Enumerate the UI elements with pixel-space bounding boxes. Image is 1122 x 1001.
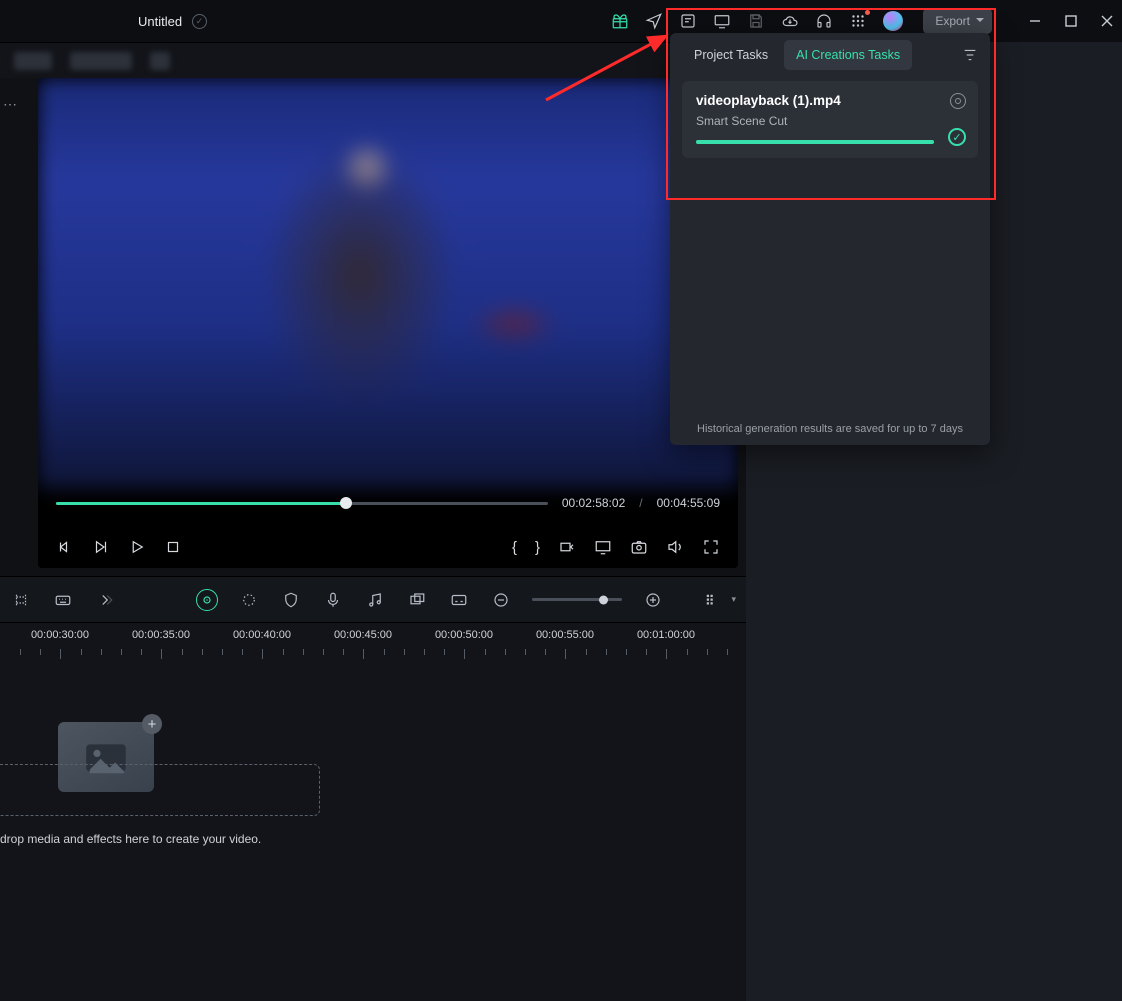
locate-icon[interactable] xyxy=(950,93,966,109)
ruler-label: 00:00:45:00 xyxy=(334,629,392,641)
export-button[interactable]: Export xyxy=(923,8,992,34)
timeline-tracks[interactable]: + drop media and effects here to create … xyxy=(0,664,746,1001)
keyboard-icon[interactable] xyxy=(52,589,74,611)
zoom-slider[interactable] xyxy=(532,598,622,601)
effects-ring-icon[interactable] xyxy=(238,589,260,611)
apps-grid-icon[interactable] xyxy=(849,12,867,30)
aspect-ratio-icon[interactable] xyxy=(558,538,576,556)
task-filename: videoplayback (1).mp4 xyxy=(696,93,934,108)
tab-project-tasks[interactable]: Project Tasks xyxy=(682,40,780,70)
caption-icon[interactable] xyxy=(448,589,470,611)
tab-ai-creations-tasks[interactable]: AI Creations Tasks xyxy=(784,40,912,70)
bracket-open-icon[interactable]: { xyxy=(512,539,517,556)
ruler-label: 00:00:35:00 xyxy=(132,629,190,641)
project-title: Untitled xyxy=(138,14,182,29)
trim-region-icon[interactable] xyxy=(10,589,32,611)
task-subtitle: Smart Scene Cut xyxy=(696,114,934,128)
total-time: 00:04:55:09 xyxy=(657,496,720,510)
zoom-out-icon[interactable] xyxy=(490,589,512,611)
blurred-tab xyxy=(150,52,170,70)
zoom-in-icon[interactable] xyxy=(642,589,664,611)
filter-icon[interactable] xyxy=(962,47,978,63)
overlay-icon[interactable] xyxy=(406,589,428,611)
user-avatar[interactable] xyxy=(883,11,903,31)
add-media-icon[interactable]: + xyxy=(142,714,162,734)
shield-icon[interactable] xyxy=(280,589,302,611)
display-icon[interactable] xyxy=(713,12,731,30)
snapshot-icon[interactable] xyxy=(630,538,648,556)
current-time: 00:02:58:02 xyxy=(562,496,625,510)
task-card[interactable]: videoplayback (1).mp4 Smart Scene Cut ✓ xyxy=(682,81,978,158)
ruler-label: 00:01:00:00 xyxy=(637,629,695,641)
quality-monitor-icon[interactable] xyxy=(594,538,612,556)
stop-icon[interactable] xyxy=(164,538,182,556)
ruler-label: 00:00:30:00 xyxy=(31,629,89,641)
video-frame xyxy=(38,78,738,488)
video-preview: 00:02:58:02 / 00:04:55:09 { } xyxy=(38,78,738,568)
blurred-tab xyxy=(70,52,132,70)
ruler-label: 00:00:40:00 xyxy=(233,629,291,641)
task-complete-icon: ✓ xyxy=(948,128,966,146)
ruler-label: 00:00:55:00 xyxy=(536,629,594,641)
play-step-icon[interactable] xyxy=(92,538,110,556)
blurred-tab xyxy=(14,52,52,70)
step-back-icon[interactable] xyxy=(56,538,74,556)
left-handle-icon[interactable]: ⋯ xyxy=(0,80,18,128)
window-minimize-icon[interactable] xyxy=(1028,14,1042,28)
volume-icon[interactable] xyxy=(666,538,684,556)
sync-status-icon: ✓ xyxy=(192,14,207,29)
secondary-tabstrip xyxy=(0,42,746,78)
save-icon[interactable] xyxy=(747,12,765,30)
send-icon[interactable] xyxy=(645,12,663,30)
fullscreen-icon[interactable] xyxy=(702,538,720,556)
microphone-icon[interactable] xyxy=(322,589,344,611)
drop-hint-text: drop media and effects here to create yo… xyxy=(0,832,261,846)
edit-toolbar: ▾ xyxy=(0,576,746,622)
tasks-popup: Project Tasks AI Creations Tasks videopl… xyxy=(670,33,990,445)
cloud-icon[interactable] xyxy=(781,12,799,30)
track-list-icon[interactable] xyxy=(701,589,723,611)
ruler-label: 00:00:50:00 xyxy=(435,629,493,641)
tasks-icon[interactable] xyxy=(679,12,697,30)
gift-icon[interactable] xyxy=(611,12,629,30)
expand-icon[interactable] xyxy=(94,589,116,611)
headphones-icon[interactable] xyxy=(815,12,833,30)
play-icon[interactable] xyxy=(128,538,146,556)
bracket-close-icon[interactable]: } xyxy=(535,539,540,556)
timeline-dropzone[interactable] xyxy=(0,764,320,816)
ai-tools-icon[interactable] xyxy=(196,589,218,611)
music-note-icon[interactable] xyxy=(364,589,386,611)
task-progress xyxy=(696,140,934,144)
window-close-icon[interactable] xyxy=(1100,14,1114,28)
track-list-chevron-icon[interactable]: ▾ xyxy=(731,594,736,605)
time-separator: / xyxy=(639,496,642,510)
timeline-ruler[interactable]: 00:00:30:00 00:00:35:00 00:00:40:00 00:00:4… xyxy=(0,622,746,664)
popup-footer-note: Historical generation results are saved … xyxy=(670,413,990,445)
window-maximize-icon[interactable] xyxy=(1064,14,1078,28)
playback-scrubber[interactable] xyxy=(56,502,548,505)
export-label: Export xyxy=(935,14,970,28)
